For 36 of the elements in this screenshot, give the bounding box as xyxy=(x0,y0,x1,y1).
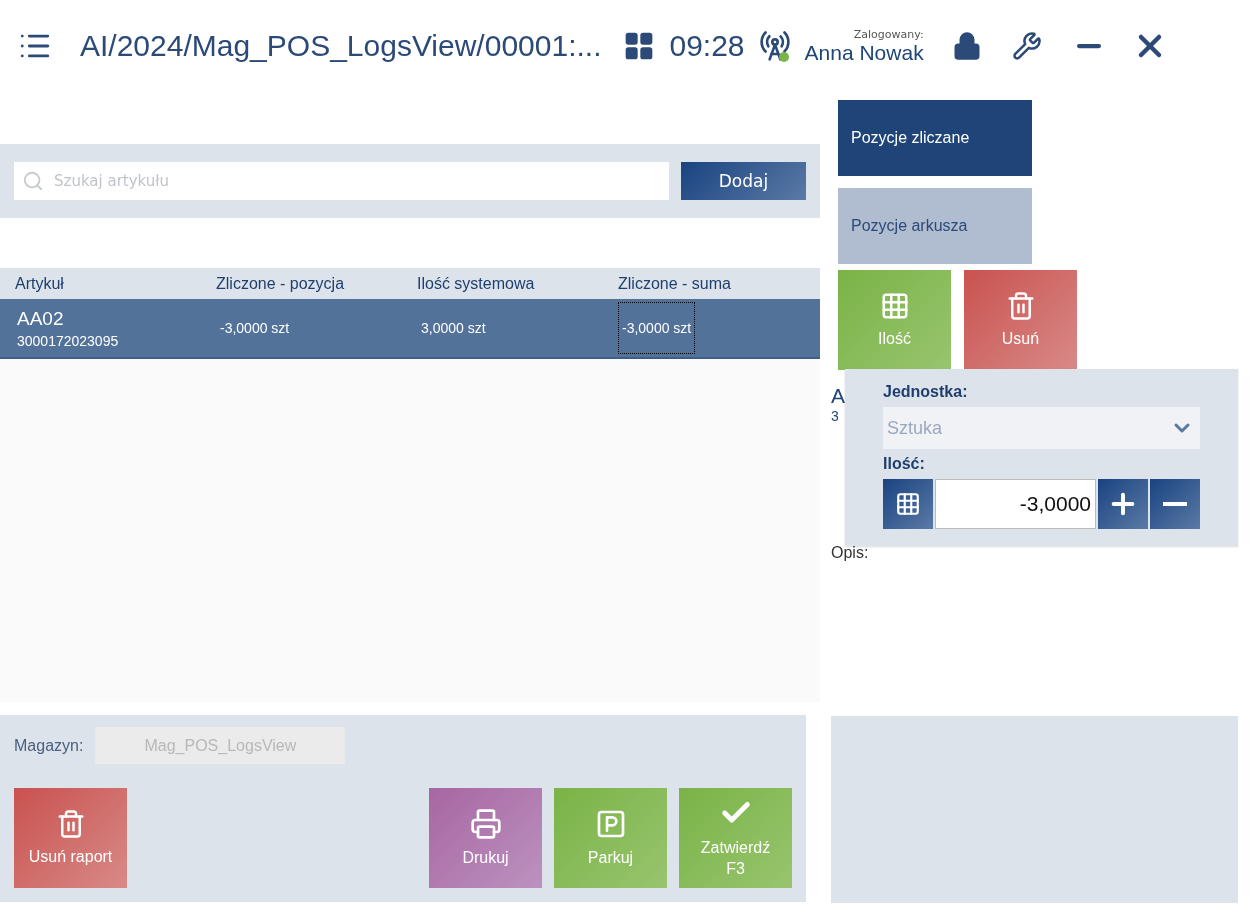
delete-button[interactable]: Usuń raport xyxy=(14,788,127,888)
side-tab[interactable]: Pozycje zliczane xyxy=(838,100,1032,176)
print-button[interactable]: Drukuj xyxy=(429,788,542,888)
search-field[interactable]: Szukaj artykułu xyxy=(14,162,669,200)
signal-icon xyxy=(758,30,791,62)
keypad-icon xyxy=(895,491,921,517)
column-header[interactable]: Zliczone - suma xyxy=(618,274,820,293)
detail-name: A xyxy=(831,384,845,408)
column-header[interactable]: Artykuł xyxy=(15,274,216,293)
user-name: Anna Nowak xyxy=(804,40,924,65)
quantity-label: Ilość: xyxy=(883,455,926,473)
table-row[interactable]: AA02 3000172023095 -3,0000 szt 3,0000 szt -3,0000 szt xyxy=(0,299,820,359)
plus-button[interactable] xyxy=(1098,479,1148,529)
column-header[interactable]: Ilość systemowa xyxy=(417,274,618,293)
article-code: 3000172023095 xyxy=(17,332,119,349)
printer-icon xyxy=(469,807,502,840)
clock-time: 09:28 xyxy=(669,29,745,63)
warehouse-label: Magazyn: xyxy=(14,736,84,755)
unit-label: Jednostka: xyxy=(883,383,969,401)
description-label: Opis: xyxy=(831,544,869,562)
minus-icon xyxy=(1163,502,1187,506)
minus-button[interactable] xyxy=(1150,479,1200,529)
window-title: AI/2024/Mag_POS_LogsView/00001:... xyxy=(80,29,602,63)
detail-code: 3 xyxy=(831,408,839,424)
table-cell-text: -3,0000 szt xyxy=(219,319,291,338)
table-cell-text: 3,0000 szt xyxy=(420,319,487,338)
table-cell: -3,0000 szt xyxy=(618,302,696,354)
delete-button[interactable]: Usuń xyxy=(964,270,1077,370)
side-tab[interactable]: Pozycje arkusza xyxy=(838,188,1032,264)
logged-in-label: Zalogowany: xyxy=(853,27,924,41)
tools-icon[interactable] xyxy=(1011,31,1042,61)
column-header[interactable]: Zliczone - pozycja xyxy=(216,274,417,293)
keypad-button[interactable] xyxy=(883,479,933,529)
article-name: AA02 xyxy=(17,307,65,330)
add-button[interactable]: Dodaj xyxy=(681,162,806,200)
quantity-field[interactable]: -3,0000 xyxy=(935,479,1096,529)
